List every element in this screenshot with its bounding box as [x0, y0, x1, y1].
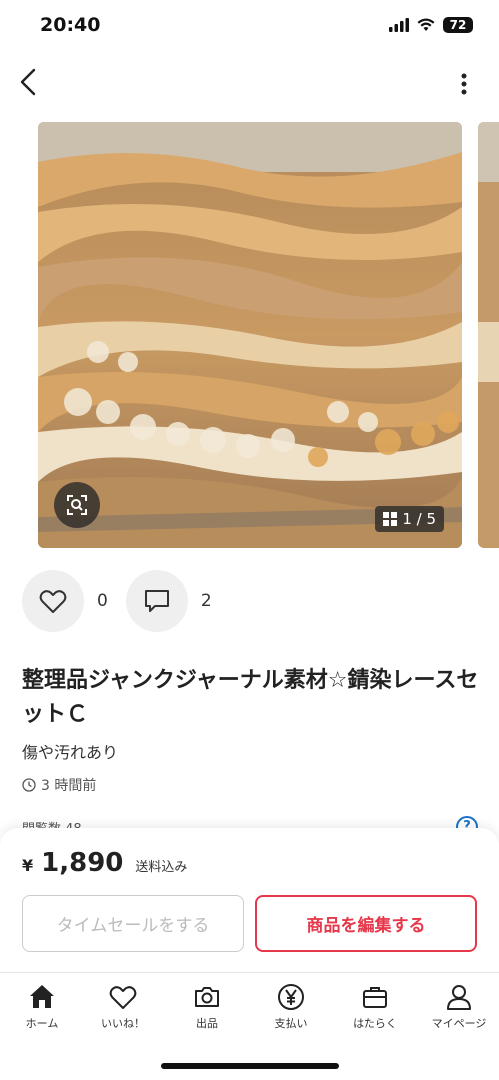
heart-icon: [39, 590, 67, 613]
price-sheet: ¥ 1,890 送料込み タイムセールをする 商品を編集する: [0, 828, 499, 972]
grid-icon: [383, 512, 398, 526]
tab-label: ホーム: [25, 1017, 59, 1030]
tab-work[interactable]: はたらく: [333, 983, 417, 1031]
wifi-icon: [417, 18, 435, 31]
like-count: 0: [97, 591, 108, 611]
status-time: 20:40: [40, 14, 101, 36]
next-image-peek[interactable]: [478, 122, 499, 548]
currency-symbol: ¥: [22, 856, 34, 875]
home-indicator: [161, 1063, 339, 1069]
product-condition: 傷や汚れあり: [22, 743, 119, 762]
more-options-button[interactable]: [449, 66, 479, 102]
heart-icon: [109, 986, 137, 1009]
image-search-button[interactable]: [54, 482, 100, 528]
nav-bar: [0, 60, 499, 106]
chevron-left-icon: [20, 68, 36, 96]
image-counter-text: 1 / 5: [402, 510, 436, 528]
comment-button[interactable]: [125, 570, 188, 632]
back-button[interactable]: [12, 64, 48, 100]
timesale-button[interactable]: タイムセールをする: [22, 895, 244, 952]
tab-label: 出品: [196, 1017, 218, 1030]
clock-icon: [22, 778, 36, 792]
like-button[interactable]: [22, 570, 84, 632]
battery-indicator: 72: [443, 17, 473, 33]
reaction-row: 0 2: [22, 570, 230, 632]
person-icon: [447, 985, 471, 1010]
yen-icon: [278, 984, 304, 1010]
price-value: 1,890: [41, 848, 124, 878]
next-photo: [478, 122, 499, 548]
image-search-icon: [67, 495, 87, 515]
comment-count: 2: [200, 591, 212, 611]
product-image[interactable]: 1 / 5: [38, 122, 462, 548]
tab-bar: ホーム いいね！ 出品 支払い はたらく マイページ: [0, 972, 499, 1080]
status-bar: 20:40 72: [0, 0, 499, 54]
posted-time-text: 3 時間前: [41, 778, 97, 794]
home-icon: [30, 985, 54, 1008]
image-counter[interactable]: 1 / 5: [375, 506, 444, 532]
tab-label: いいね！: [101, 1017, 145, 1030]
shipping-label: 送料込み: [135, 860, 188, 875]
comment-icon: [144, 590, 169, 612]
camera-icon: [195, 987, 219, 1007]
tab-label: はたらく: [353, 1017, 397, 1030]
tab-home[interactable]: ホーム: [0, 983, 84, 1031]
price-row: ¥ 1,890 送料込み: [22, 848, 187, 878]
briefcase-icon: [363, 987, 387, 1008]
tab-payment[interactable]: 支払い: [249, 983, 333, 1031]
edit-item-button[interactable]: 商品を編集する: [255, 895, 477, 952]
tab-sell[interactable]: 出品: [165, 983, 249, 1031]
lace-photo: [38, 122, 462, 548]
tab-label: 支払い: [274, 1017, 308, 1030]
tab-mypage[interactable]: マイページ: [417, 983, 499, 1031]
signal-icon: [389, 18, 409, 32]
tab-label: マイページ: [431, 1017, 487, 1030]
status-icons: 72: [389, 17, 473, 33]
product-title: 整理品ジャンクジャーナル素材☆錆染レースセットＣ: [22, 668, 479, 727]
tab-likes[interactable]: いいね！: [81, 983, 165, 1031]
more-vertical-icon: [461, 73, 467, 95]
posted-time: 3 時間前: [22, 775, 96, 795]
